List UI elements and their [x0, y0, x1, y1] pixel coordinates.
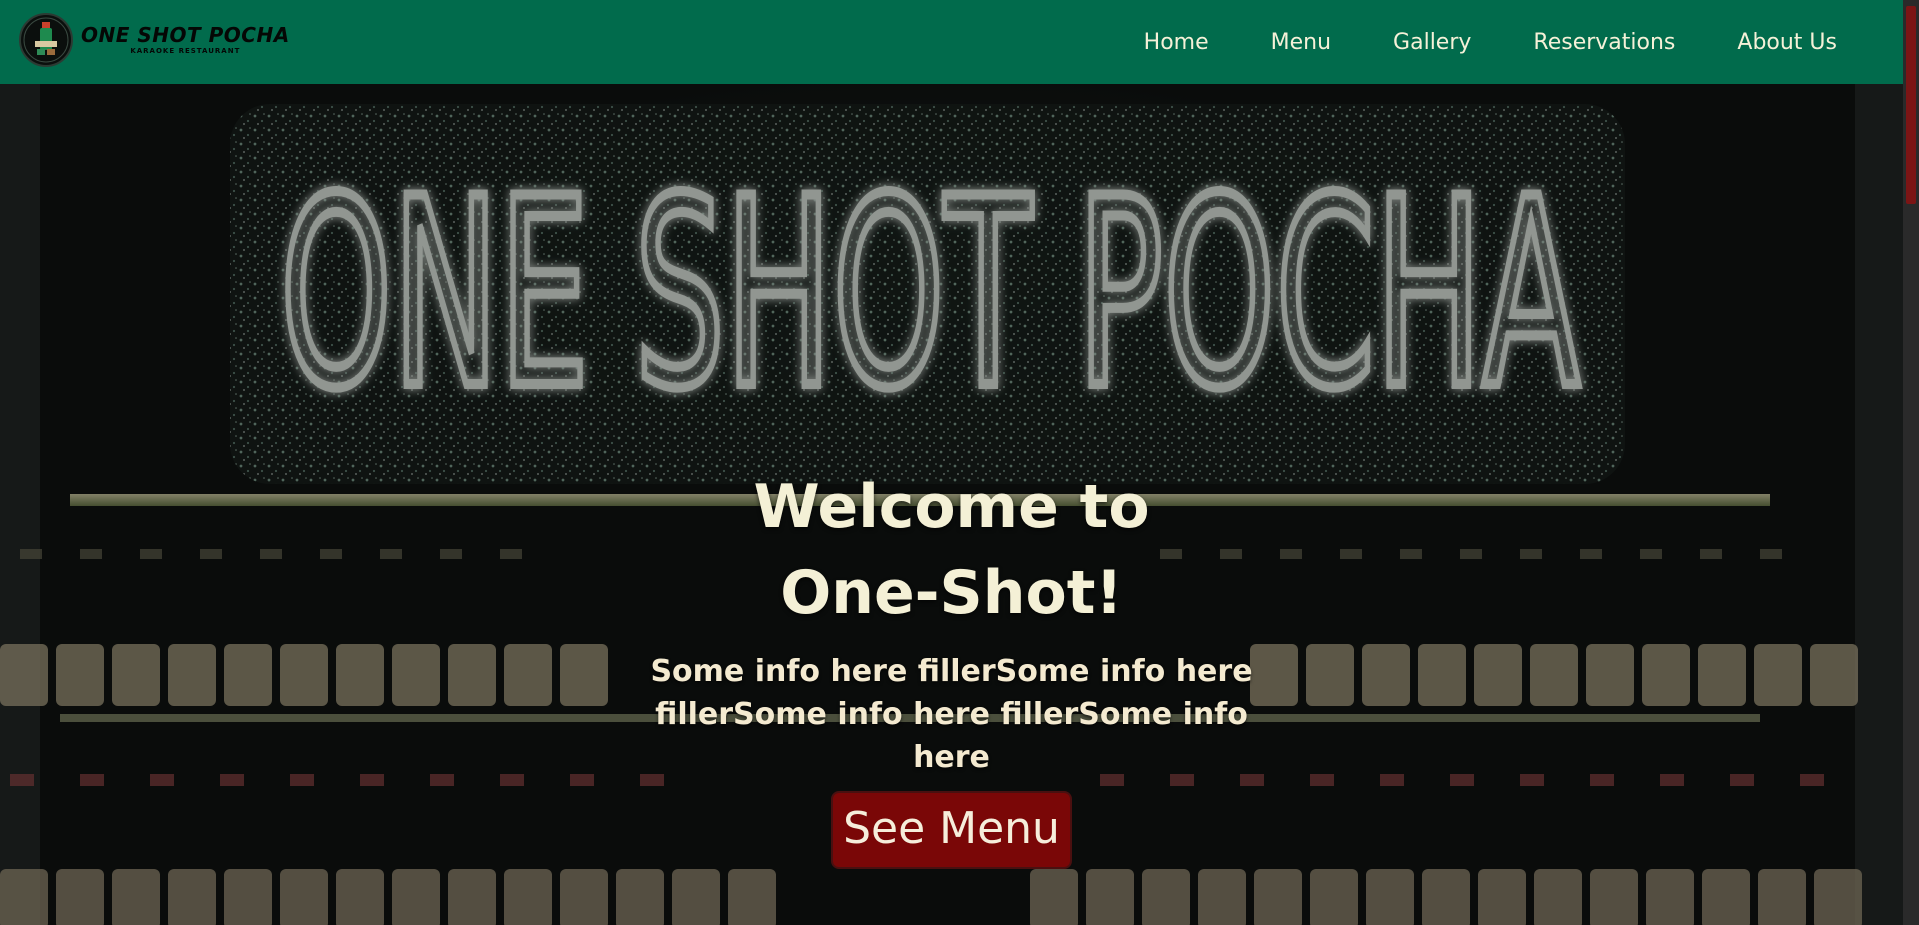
hero-section: ONE SHOT POCHA Welcome to One-Shot! Some… [0, 84, 1903, 925]
nav-link-menu[interactable]: Menu [1271, 30, 1331, 55]
nav-link-gallery[interactable]: Gallery [1393, 30, 1471, 55]
hero-description: Some info here fillerSome info here fill… [650, 654, 1253, 775]
hero-title: Welcome to One-Shot! [753, 472, 1150, 628]
site-logo[interactable]: ONE SHOT POCHA KARAOKE RESTAURANT [19, 13, 290, 67]
nav-link-home[interactable]: Home [1144, 30, 1209, 55]
scrollbar-thumb[interactable] [1906, 6, 1916, 204]
page: ONE SHOT POCHA KARAOKE RESTAURANT Home M… [0, 0, 1919, 925]
see-menu-button[interactable]: See Menu [831, 791, 1072, 869]
nav-link-about-us[interactable]: About Us [1737, 30, 1837, 55]
scrollbar[interactable] [1903, 0, 1919, 925]
hero-content: Welcome to One-Shot! Some info here fill… [0, 464, 1903, 869]
navbar: ONE SHOT POCHA KARAOKE RESTAURANT Home M… [0, 0, 1903, 84]
nav-links: Home Menu Gallery Reservations About Us [1144, 0, 1837, 84]
logo-subtitle: KARAOKE RESTAURANT [130, 47, 241, 55]
nav-link-reservations[interactable]: Reservations [1533, 30, 1675, 55]
logo-name: ONE SHOT POCHA [81, 23, 290, 47]
logo-text: ONE SHOT POCHA KARAOKE RESTAURANT [81, 25, 290, 55]
logo-bottle-icon [19, 13, 73, 67]
